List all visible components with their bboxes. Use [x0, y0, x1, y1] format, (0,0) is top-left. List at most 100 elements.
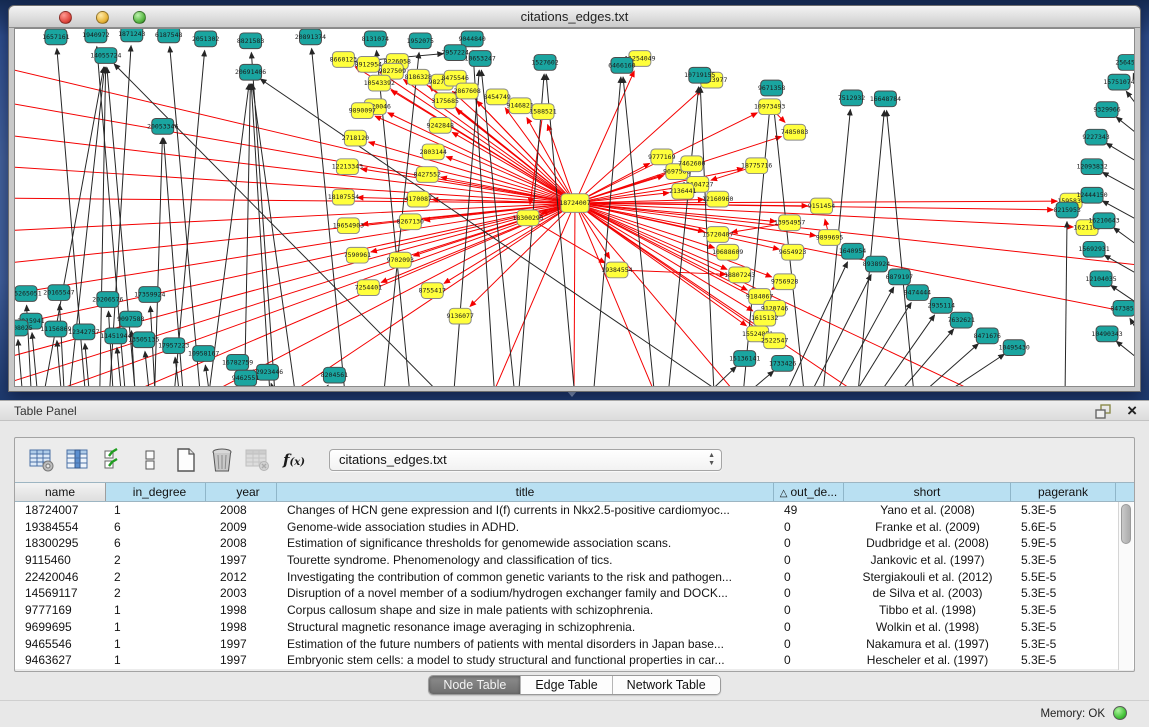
network-node[interactable]: 9227343 — [1082, 129, 1109, 145]
column-header-pagerank[interactable]: pagerank — [1011, 483, 1116, 501]
network-node-selected[interactable]: 7462600 — [678, 156, 705, 172]
table-row[interactable]: 1872400712008Changes of HCN gene express… — [15, 502, 1134, 519]
network-window-titlebar[interactable]: citations_edges.txt — [9, 6, 1140, 28]
network-node[interactable]: 7957224 — [442, 45, 469, 61]
network-node-selected[interactable]: 1588521 — [529, 104, 556, 120]
table-cell-title[interactable]: Changes of HCN gene expression and I(f) … — [277, 502, 774, 519]
tab-network-table[interactable]: Network Table — [613, 676, 720, 694]
table-cell-short[interactable]: Jankovic et al. (1997) — [844, 552, 1011, 569]
table-row[interactable]: 946554611997Estimation of the future num… — [15, 636, 1134, 653]
table-cell-title[interactable]: Investigating the contribution of common… — [277, 569, 774, 586]
table-cell-name[interactable]: 9699695 — [15, 619, 106, 636]
table-cell-in_degree[interactable]: 6 — [106, 519, 206, 536]
table-cell-pagerank[interactable]: 5.9E-5 — [1011, 535, 1116, 552]
table-cell-in_degree[interactable]: 2 — [106, 569, 206, 586]
column-header-in_degree[interactable]: in_degree — [106, 483, 206, 501]
network-node[interactable]: 15751074 — [1103, 74, 1134, 90]
network-node[interactable]: 1527602 — [531, 55, 558, 71]
table-cell-name[interactable]: 19384554 — [15, 519, 106, 536]
table-cell-in_degree[interactable]: 1 — [106, 619, 206, 636]
table-cell-name[interactable]: 9465546 — [15, 636, 106, 653]
column-header-year[interactable]: year — [206, 483, 277, 501]
table-cell-name[interactable]: 14569117 — [15, 585, 106, 602]
network-node[interactable]: 20691406 — [235, 64, 266, 80]
table-cell-short[interactable]: Stergiakouli et al. (2012) — [844, 569, 1011, 586]
column-select-icon[interactable] — [63, 446, 93, 474]
network-node[interactable]: 1657161 — [42, 29, 69, 45]
table-cell-short[interactable]: Franke et al. (2009) — [844, 519, 1011, 536]
network-node-selected[interactable]: 8755417 — [419, 283, 446, 299]
network-node[interactable]: 8821583 — [237, 33, 264, 49]
network-node-selected[interactable]: 19384554 — [601, 262, 632, 278]
table-row[interactable]: 1830029562008Estimation of significance … — [15, 535, 1134, 552]
table-cell-year[interactable]: 1997 — [206, 552, 277, 569]
function-builder-icon[interactable]: f(x) — [279, 446, 309, 474]
network-node[interactable]: 16210643 — [1088, 213, 1119, 229]
network-node-selected[interactable]: 9777169 — [648, 149, 675, 165]
table-cell-name[interactable]: 9115460 — [15, 552, 106, 569]
network-node[interactable]: 20891374 — [295, 29, 326, 45]
network-node-selected[interactable]: 9654923 — [779, 244, 806, 260]
network-node[interactable]: 10719155 — [684, 67, 715, 83]
network-node-selected[interactable]: 12213343 — [332, 159, 363, 175]
network-node-selected[interactable]: 8427552 — [414, 167, 441, 183]
network-node-selected[interactable]: 18807243 — [724, 267, 755, 283]
network-node[interactable]: 8471676 — [974, 328, 1001, 344]
network-node[interactable]: 8204561 — [321, 367, 348, 383]
float-panel-icon[interactable] — [1095, 404, 1111, 419]
network-node-selected[interactable]: 9899695 — [816, 230, 843, 246]
network-node[interactable]: 1871243 — [118, 29, 145, 42]
table-cell-year[interactable]: 2009 — [206, 519, 277, 536]
network-node[interactable]: 8473858 — [1110, 300, 1134, 316]
network-node[interactable]: 1733426 — [769, 356, 796, 372]
table-cell-pagerank[interactable]: 5.3E-5 — [1011, 502, 1116, 519]
network-node[interactable]: 8131074 — [362, 31, 389, 47]
table-cell-in_degree[interactable]: 6 — [106, 535, 206, 552]
network-node-selected[interactable]: 18107554 — [328, 189, 359, 205]
network-node[interactable]: 11156869 — [40, 321, 71, 337]
network-node[interactable]: 9097588 — [117, 311, 144, 327]
network-node-selected[interactable]: 9242848 — [427, 118, 454, 134]
column-header-name[interactable]: name — [15, 483, 106, 501]
table-mode-icon[interactable] — [27, 446, 57, 474]
network-node-selected[interactable]: 9702093 — [387, 252, 414, 268]
table-cell-in_degree[interactable]: 1 — [106, 602, 206, 619]
network-node-selected[interactable]: 18775716 — [741, 158, 772, 174]
network-node[interactable]: 12093832 — [1076, 159, 1107, 175]
network-node[interactable]: 2564561 — [1115, 55, 1134, 71]
table-row[interactable]: 1456911722003Disruption of a novel membe… — [15, 585, 1134, 602]
network-node-selected[interactable]: 1615132 — [751, 310, 778, 326]
network-node[interactable]: 1640954 — [839, 243, 866, 259]
table-cell-year[interactable]: 1997 — [206, 652, 277, 669]
network-node[interactable]: 15692931 — [1078, 241, 1109, 257]
row-select-icon[interactable] — [99, 446, 129, 474]
tab-edge-table[interactable]: Edge Table — [521, 676, 612, 694]
network-node[interactable]: 8215953 — [1053, 202, 1080, 218]
table-row[interactable]: 946362711997Embryonic stem cells: a mode… — [15, 652, 1134, 669]
network-node[interactable]: 9671358 — [758, 80, 785, 96]
tab-node-table[interactable]: Node Table — [429, 676, 521, 694]
network-node-selected[interactable]: 12160960 — [702, 191, 733, 207]
network-node-selected[interactable]: 3175685 — [432, 93, 459, 109]
network-node[interactable]: 20053346 — [147, 118, 178, 134]
table-cell-year[interactable]: 1998 — [206, 619, 277, 636]
table-row[interactable]: 911546021997Tourette syndrome. Phenomeno… — [15, 552, 1134, 569]
table-cell-name[interactable]: 18300295 — [15, 535, 106, 552]
network-node[interactable]: 9329966 — [1093, 102, 1120, 118]
network-node[interactable]: 10490343 — [1091, 326, 1122, 342]
network-node[interactable]: 20165547 — [43, 285, 74, 301]
network-node[interactable]: 6466160 — [608, 58, 635, 74]
network-node[interactable]: 7512932 — [838, 90, 865, 106]
table-cell-in_degree[interactable]: 1 — [106, 502, 206, 519]
table-cell-title[interactable]: Corpus callosum shape and size in male p… — [277, 602, 774, 619]
network-node-selected[interactable]: 15720407 — [702, 227, 733, 243]
table-cell-short[interactable]: Nakamura et al. (1997) — [844, 636, 1011, 653]
network-node[interactable]: 12104035 — [1085, 271, 1116, 287]
network-node-selected[interactable]: 4170087 — [405, 191, 432, 207]
table-cell-short[interactable]: Dudbridge et al. (2008) — [844, 535, 1011, 552]
table-cell-year[interactable]: 2003 — [206, 585, 277, 602]
network-node[interactable]: 10495430 — [999, 340, 1030, 356]
table-cell-year[interactable]: 2008 — [206, 535, 277, 552]
table-cell-pagerank[interactable]: 5.3E-5 — [1011, 552, 1116, 569]
table-cell-name[interactable]: 22420046 — [15, 569, 106, 586]
